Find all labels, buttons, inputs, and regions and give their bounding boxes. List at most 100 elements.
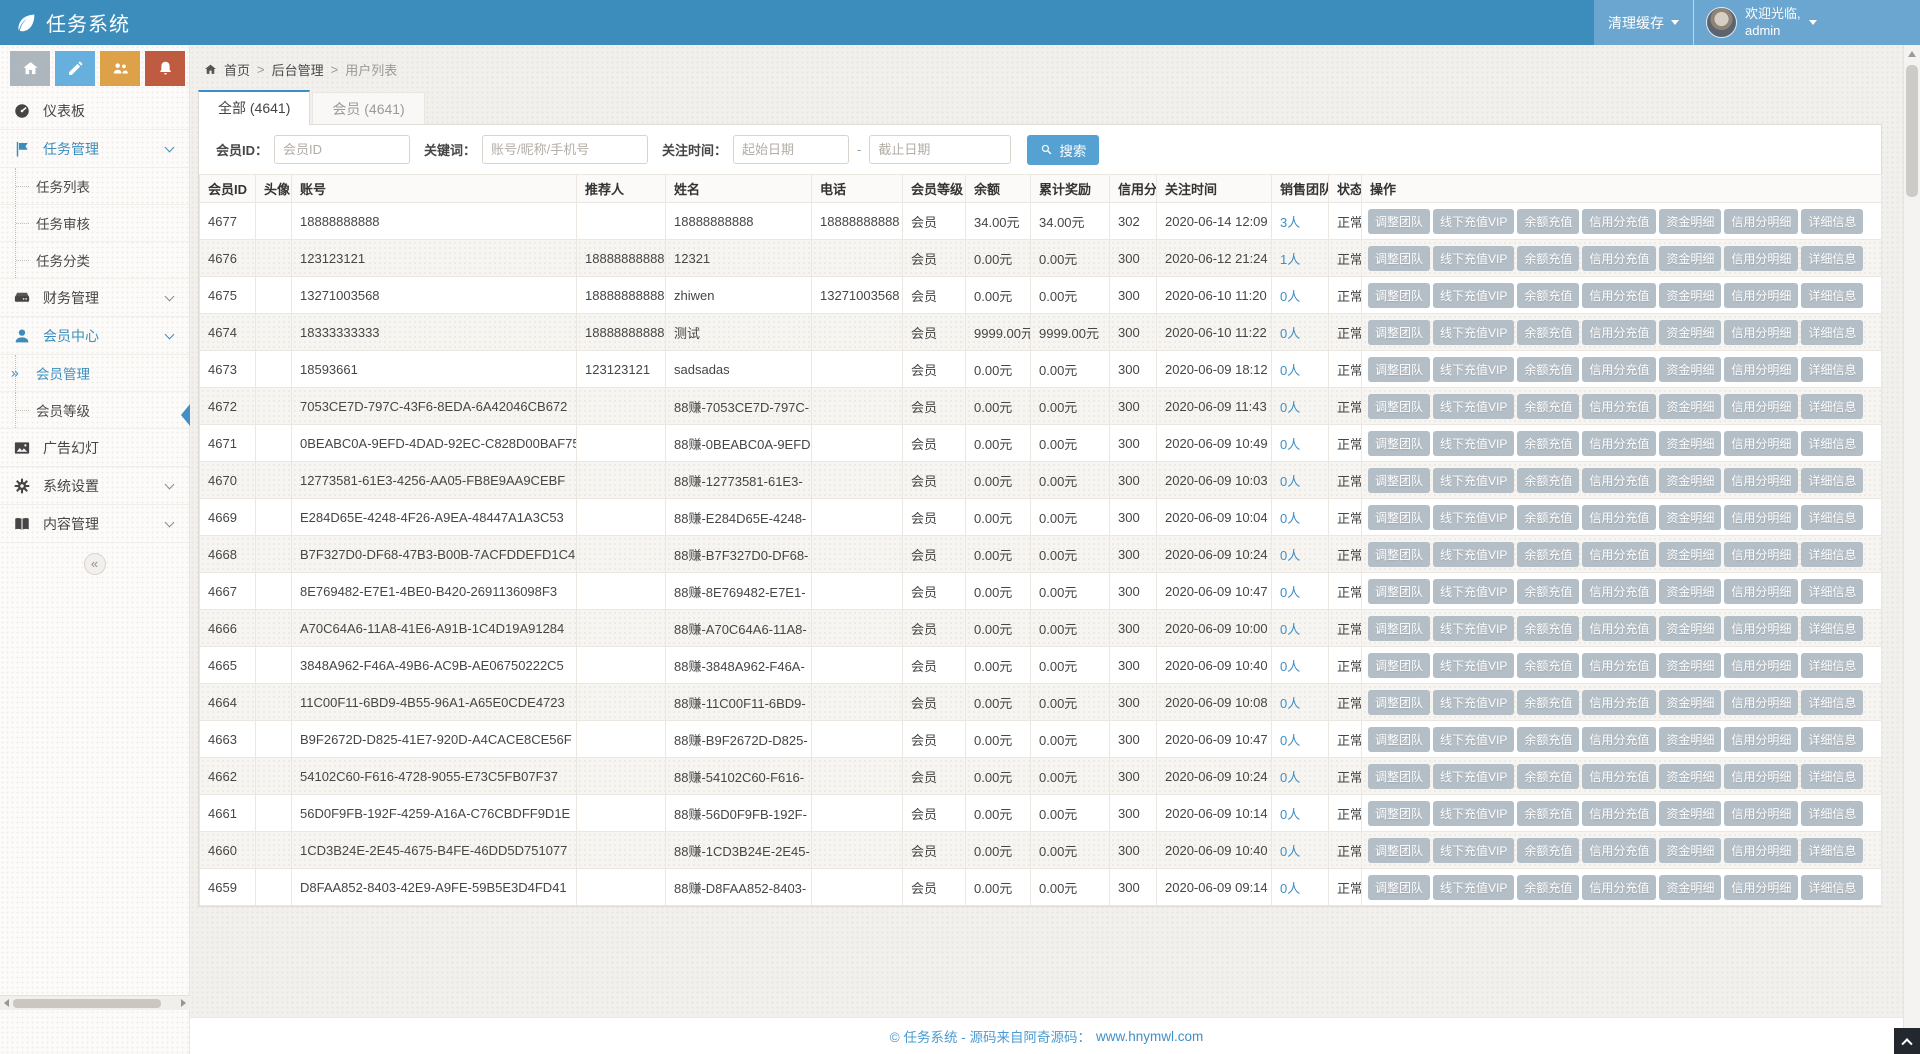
action-button[interactable]: 详细信息: [1801, 875, 1863, 900]
clear-cache-dropdown[interactable]: 清理缓存: [1594, 0, 1693, 45]
action-button[interactable]: 调整团队: [1368, 468, 1430, 493]
cell-sales-team-link[interactable]: 0人: [1272, 684, 1329, 721]
cell-sales-team-link[interactable]: 0人: [1272, 610, 1329, 647]
action-button[interactable]: 信用分充值: [1582, 727, 1656, 752]
breadcrumb-admin[interactable]: 后台管理: [272, 60, 324, 79]
action-button[interactable]: 余额充值: [1517, 579, 1579, 604]
cell-sales-team-link[interactable]: 0人: [1272, 573, 1329, 610]
action-button[interactable]: 资金明细: [1659, 283, 1721, 308]
action-button[interactable]: 余额充值: [1517, 468, 1579, 493]
action-button[interactable]: 线下充值VIP: [1433, 283, 1514, 308]
action-button[interactable]: 调整团队: [1368, 616, 1430, 641]
action-button[interactable]: 余额充值: [1517, 246, 1579, 271]
action-button[interactable]: 余额充值: [1517, 616, 1579, 641]
action-button[interactable]: 线下充值VIP: [1433, 357, 1514, 382]
action-button[interactable]: 线下充值VIP: [1433, 579, 1514, 604]
search-button[interactable]: 搜索: [1027, 135, 1099, 165]
action-button[interactable]: 调整团队: [1368, 320, 1430, 345]
action-button[interactable]: 调整团队: [1368, 875, 1430, 900]
tab-members[interactable]: 会员 (4641): [312, 92, 424, 125]
action-button[interactable]: 信用分明细: [1724, 653, 1798, 678]
breadcrumb-home[interactable]: 首页: [224, 60, 250, 79]
cell-sales-team-link[interactable]: 0人: [1272, 388, 1329, 425]
action-button[interactable]: 余额充值: [1517, 801, 1579, 826]
toolbar-users-button[interactable]: [100, 51, 140, 86]
action-button[interactable]: 信用分明细: [1724, 838, 1798, 863]
sidebar-collapse-button[interactable]: «: [84, 553, 106, 575]
action-button[interactable]: 调整团队: [1368, 764, 1430, 789]
action-button[interactable]: 余额充值: [1517, 542, 1579, 567]
cell-sales-team-link[interactable]: 0人: [1272, 536, 1329, 573]
action-button[interactable]: 线下充值VIP: [1433, 505, 1514, 530]
action-button[interactable]: 信用分充值: [1582, 764, 1656, 789]
action-button[interactable]: 资金明细: [1659, 468, 1721, 493]
action-button[interactable]: 信用分充值: [1582, 320, 1656, 345]
action-button[interactable]: 余额充值: [1517, 690, 1579, 715]
action-button[interactable]: 信用分明细: [1724, 579, 1798, 604]
action-button[interactable]: 调整团队: [1368, 542, 1430, 567]
action-button[interactable]: 资金明细: [1659, 653, 1721, 678]
action-button[interactable]: 详细信息: [1801, 727, 1863, 752]
action-button[interactable]: 信用分明细: [1724, 357, 1798, 382]
sidebar-item-ad-slides[interactable]: 广告幻灯: [0, 429, 189, 467]
action-button[interactable]: 资金明细: [1659, 394, 1721, 419]
action-button[interactable]: 信用分充值: [1582, 875, 1656, 900]
action-button[interactable]: 余额充值: [1517, 505, 1579, 530]
cell-sales-team-link[interactable]: 3人: [1272, 203, 1329, 240]
sidebar-item-content-management[interactable]: 内容管理: [0, 505, 189, 543]
tab-all[interactable]: 全部 (4641): [198, 90, 310, 125]
action-button[interactable]: 资金明细: [1659, 875, 1721, 900]
scroll-right-arrow-icon[interactable]: [181, 999, 186, 1007]
action-button[interactable]: 信用分充值: [1582, 468, 1656, 493]
action-button[interactable]: 信用分充值: [1582, 616, 1656, 641]
action-button[interactable]: 详细信息: [1801, 394, 1863, 419]
cell-sales-team-link[interactable]: 0人: [1272, 647, 1329, 684]
sidebar-item-task-management[interactable]: 任务管理: [0, 130, 189, 168]
action-button[interactable]: 调整团队: [1368, 283, 1430, 308]
action-button[interactable]: 调整团队: [1368, 246, 1430, 271]
sidebar-item-task-list[interactable]: 任务列表: [0, 168, 189, 205]
action-button[interactable]: 信用分充值: [1582, 431, 1656, 456]
action-button[interactable]: 线下充值VIP: [1433, 653, 1514, 678]
action-button[interactable]: 信用分充值: [1582, 246, 1656, 271]
action-button[interactable]: 信用分明细: [1724, 875, 1798, 900]
sidebar-item-member-management[interactable]: » 会员管理: [0, 355, 189, 392]
cell-sales-team-link[interactable]: 0人: [1272, 351, 1329, 388]
action-button[interactable]: 详细信息: [1801, 246, 1863, 271]
action-button[interactable]: 余额充值: [1517, 320, 1579, 345]
action-button[interactable]: 信用分明细: [1724, 764, 1798, 789]
sidebar-item-member-level[interactable]: 会员等级: [0, 392, 189, 429]
action-button[interactable]: 信用分充值: [1582, 542, 1656, 567]
action-button[interactable]: 详细信息: [1801, 616, 1863, 641]
action-button[interactable]: 调整团队: [1368, 209, 1430, 234]
action-button[interactable]: 信用分充值: [1582, 653, 1656, 678]
action-button[interactable]: 资金明细: [1659, 505, 1721, 530]
action-button[interactable]: 资金明细: [1659, 727, 1721, 752]
action-button[interactable]: 调整团队: [1368, 579, 1430, 604]
action-button[interactable]: 调整团队: [1368, 431, 1430, 456]
action-button[interactable]: 资金明细: [1659, 838, 1721, 863]
action-button[interactable]: 信用分充值: [1582, 505, 1656, 530]
action-button[interactable]: 信用分充值: [1582, 801, 1656, 826]
action-button[interactable]: 线下充值VIP: [1433, 616, 1514, 641]
action-button[interactable]: 信用分明细: [1724, 394, 1798, 419]
action-button[interactable]: 信用分明细: [1724, 431, 1798, 456]
action-button[interactable]: 信用分充值: [1582, 838, 1656, 863]
action-button[interactable]: 资金明细: [1659, 579, 1721, 604]
action-button[interactable]: 线下充值VIP: [1433, 875, 1514, 900]
start-date-input[interactable]: [733, 135, 849, 164]
action-button[interactable]: 信用分明细: [1724, 542, 1798, 567]
toolbar-edit-button[interactable]: [55, 51, 95, 86]
action-button[interactable]: 余额充值: [1517, 727, 1579, 752]
action-button[interactable]: 详细信息: [1801, 357, 1863, 382]
sidebar-item-task-category[interactable]: 任务分类: [0, 242, 189, 279]
cell-sales-team-link[interactable]: 0人: [1272, 795, 1329, 832]
action-button[interactable]: 信用分明细: [1724, 246, 1798, 271]
cell-sales-team-link[interactable]: 0人: [1272, 314, 1329, 351]
action-button[interactable]: 线下充值VIP: [1433, 690, 1514, 715]
end-date-input[interactable]: [869, 135, 1011, 164]
action-button[interactable]: 信用分明细: [1724, 505, 1798, 530]
back-to-top-button[interactable]: [1894, 1028, 1920, 1054]
scroll-left-arrow-icon[interactable]: [4, 999, 9, 1007]
action-button[interactable]: 余额充值: [1517, 283, 1579, 308]
